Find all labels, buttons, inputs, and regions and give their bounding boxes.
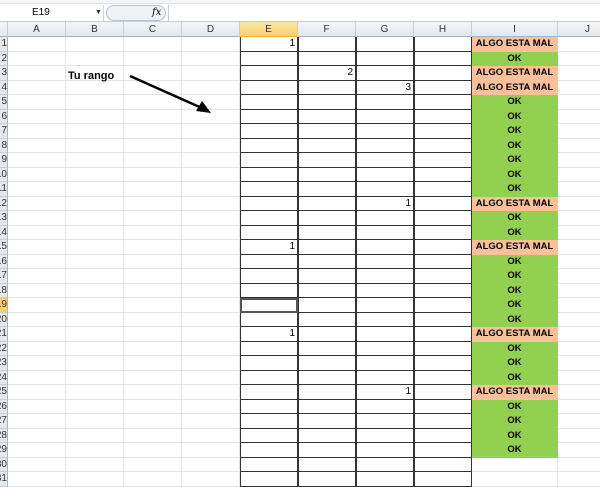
arrow-icon bbox=[129, 74, 211, 113]
